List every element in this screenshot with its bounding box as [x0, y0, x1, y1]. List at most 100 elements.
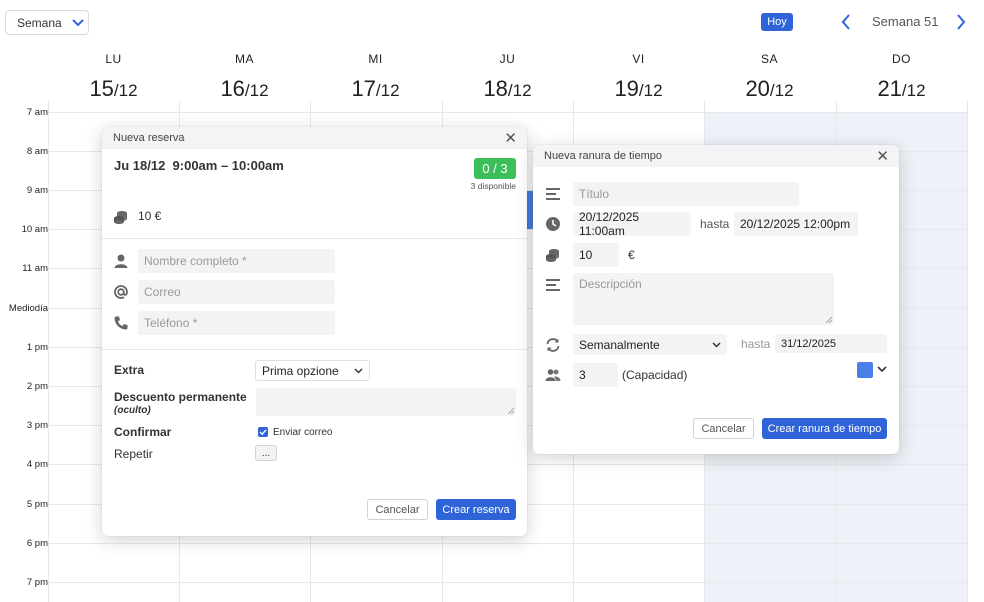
- resize-handle-icon[interactable]: [508, 408, 514, 414]
- repeat-button[interactable]: ...: [255, 445, 277, 461]
- currency-label: €: [628, 248, 635, 262]
- capacity-label: (Capacidad): [622, 368, 688, 382]
- repeat-until-label: hasta: [741, 337, 771, 351]
- day-date: 16/12: [220, 76, 269, 101]
- day-date: 15/12: [89, 76, 138, 101]
- day-header-sa[interactable]: SA 20/12: [704, 52, 835, 102]
- chevron-down-icon: [354, 367, 363, 374]
- description-placeholder: Descripción: [579, 277, 642, 291]
- phone-input[interactable]: Teléfono *: [138, 311, 335, 335]
- users-icon: [545, 369, 561, 381]
- slot-end-input[interactable]: 20/12/2025 12:00pm: [734, 212, 858, 236]
- day-header-lu[interactable]: LU 15/12: [48, 52, 179, 102]
- time-label: 8 am: [26, 146, 48, 157]
- hour-line: [48, 582, 968, 583]
- day-date: 18/12: [483, 76, 532, 101]
- close-icon[interactable]: ✕: [504, 129, 517, 147]
- extra-select[interactable]: Prima opzione: [255, 360, 370, 381]
- text-align-icon: [546, 188, 560, 200]
- hour-line: [48, 112, 968, 113]
- slot-start-input[interactable]: 20/12/2025 11:00am: [573, 210, 691, 238]
- time-label: 10 am: [21, 224, 48, 235]
- chevron-down-icon: [71, 18, 84, 26]
- day-abbr: JU: [499, 52, 516, 66]
- day-date: 17/12: [351, 76, 400, 101]
- create-time-slot-button[interactable]: Crear ranura de tiempo: [762, 418, 887, 439]
- check-icon: [259, 429, 267, 436]
- slot-title-input[interactable]: Título: [573, 182, 799, 206]
- send-email-label: Enviar correo: [273, 427, 333, 438]
- time-label: 11 am: [22, 263, 48, 274]
- extra-select-value: Prima opzione: [262, 363, 339, 378]
- repeat-icon: [546, 338, 560, 352]
- divider: [102, 238, 527, 239]
- booking-dialog-header: Nueva reserva ✕: [102, 127, 527, 149]
- create-booking-button[interactable]: Crear reserva: [436, 499, 516, 520]
- full-name-input[interactable]: Nombre completo *: [138, 249, 335, 273]
- time-label: 4 pm: [26, 459, 48, 470]
- divider: [102, 349, 527, 350]
- grid-line: [967, 101, 968, 602]
- day-date: 19/12: [614, 76, 663, 101]
- resize-handle-icon[interactable]: [826, 317, 832, 323]
- time-slot-dialog-title: Nueva ranura de tiempo: [544, 150, 663, 162]
- day-abbr: DO: [892, 52, 911, 66]
- coins-icon: [114, 211, 127, 224]
- capacity-input[interactable]: 3: [573, 363, 618, 387]
- grid-line: [48, 101, 49, 602]
- day-abbr: VI: [632, 52, 645, 66]
- chevron-down-icon[interactable]: [877, 366, 887, 373]
- time-label: 3 pm: [26, 420, 48, 431]
- slot-price-input[interactable]: 10: [573, 243, 619, 267]
- send-email-checkbox[interactable]: [258, 427, 268, 437]
- day-header-ju[interactable]: JU 18/12: [442, 52, 573, 102]
- time-label: 6 pm: [26, 538, 48, 549]
- booking-slot-time: Ju 18/12 9:00am – 10:00am: [114, 158, 284, 173]
- week-label: Semana 51: [872, 14, 939, 29]
- user-icon: [114, 254, 128, 268]
- day-abbr: SA: [760, 52, 778, 66]
- capacity-badge: 0 / 3: [474, 158, 516, 179]
- time-label: 9 am: [26, 185, 48, 196]
- color-swatch[interactable]: [857, 362, 873, 378]
- time-label: 1 pm: [26, 342, 48, 353]
- discount-sublabel: (oculto): [114, 405, 151, 416]
- time-slot-dialog-header: Nueva ranura de tiempo ✕: [533, 145, 899, 167]
- slot-cancel-button[interactable]: Cancelar: [693, 418, 754, 439]
- booking-dialog: Nueva reserva ✕ Ju 18/12 9:00am – 10:00a…: [102, 127, 527, 536]
- time-label: 7 pm: [26, 577, 48, 588]
- day-date: 20/12: [745, 76, 794, 101]
- extra-label: Extra: [114, 363, 145, 377]
- booking-price: 10 €: [138, 209, 162, 223]
- time-label: 2 pm: [26, 381, 48, 392]
- day-header-do[interactable]: DO 21/12: [836, 52, 967, 102]
- booking-cancel-button[interactable]: Cancelar: [367, 499, 428, 520]
- time-label: 5 pm: [26, 499, 48, 510]
- confirm-label: Confirmar: [114, 425, 172, 439]
- chevron-down-icon: [712, 341, 721, 348]
- day-abbr: MI: [368, 52, 383, 66]
- repeat-until-input[interactable]: 31/12/2025: [775, 334, 887, 353]
- day-header-ma[interactable]: MA 16/12: [179, 52, 310, 102]
- view-select[interactable]: Semana: [5, 10, 89, 35]
- until-label: hasta: [700, 217, 730, 231]
- day-date: 21/12: [877, 76, 926, 101]
- available-count: 3 disponible: [470, 181, 516, 191]
- text-align-icon: [546, 279, 560, 291]
- email-input[interactable]: Correo: [138, 280, 335, 304]
- day-abbr: LU: [105, 52, 122, 66]
- discount-textarea[interactable]: [256, 388, 516, 416]
- day-header-vi[interactable]: VI 19/12: [573, 52, 704, 102]
- time-label: 7 am: [26, 107, 48, 118]
- close-icon[interactable]: ✕: [876, 147, 889, 165]
- chevron-left-icon[interactable]: [839, 12, 853, 32]
- chevron-right-icon[interactable]: [954, 12, 968, 32]
- slot-description-textarea[interactable]: Descripción: [573, 273, 834, 325]
- time-label: Mediodía: [8, 303, 48, 314]
- hour-line: [48, 543, 968, 544]
- repeat-frequency-select[interactable]: Semanalmente: [573, 334, 727, 355]
- repeat-frequency-value: Semanalmente: [579, 337, 660, 352]
- today-button[interactable]: Hoy: [761, 13, 793, 31]
- day-header-mi[interactable]: MI 17/12: [310, 52, 441, 102]
- booking-dialog-title: Nueva reserva: [113, 132, 185, 144]
